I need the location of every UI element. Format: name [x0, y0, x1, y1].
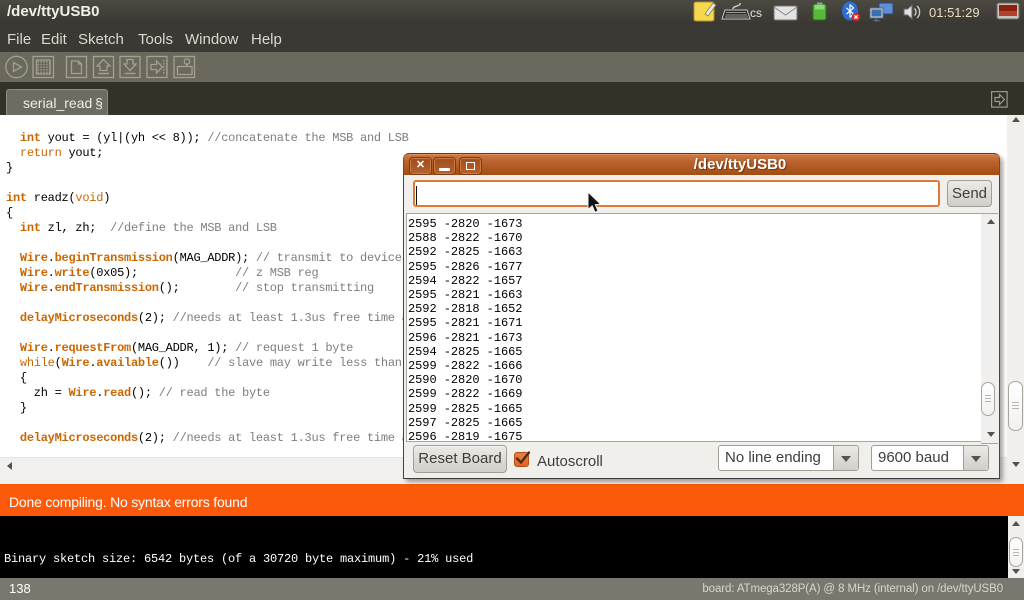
svg-text:cs: cs	[750, 6, 762, 20]
